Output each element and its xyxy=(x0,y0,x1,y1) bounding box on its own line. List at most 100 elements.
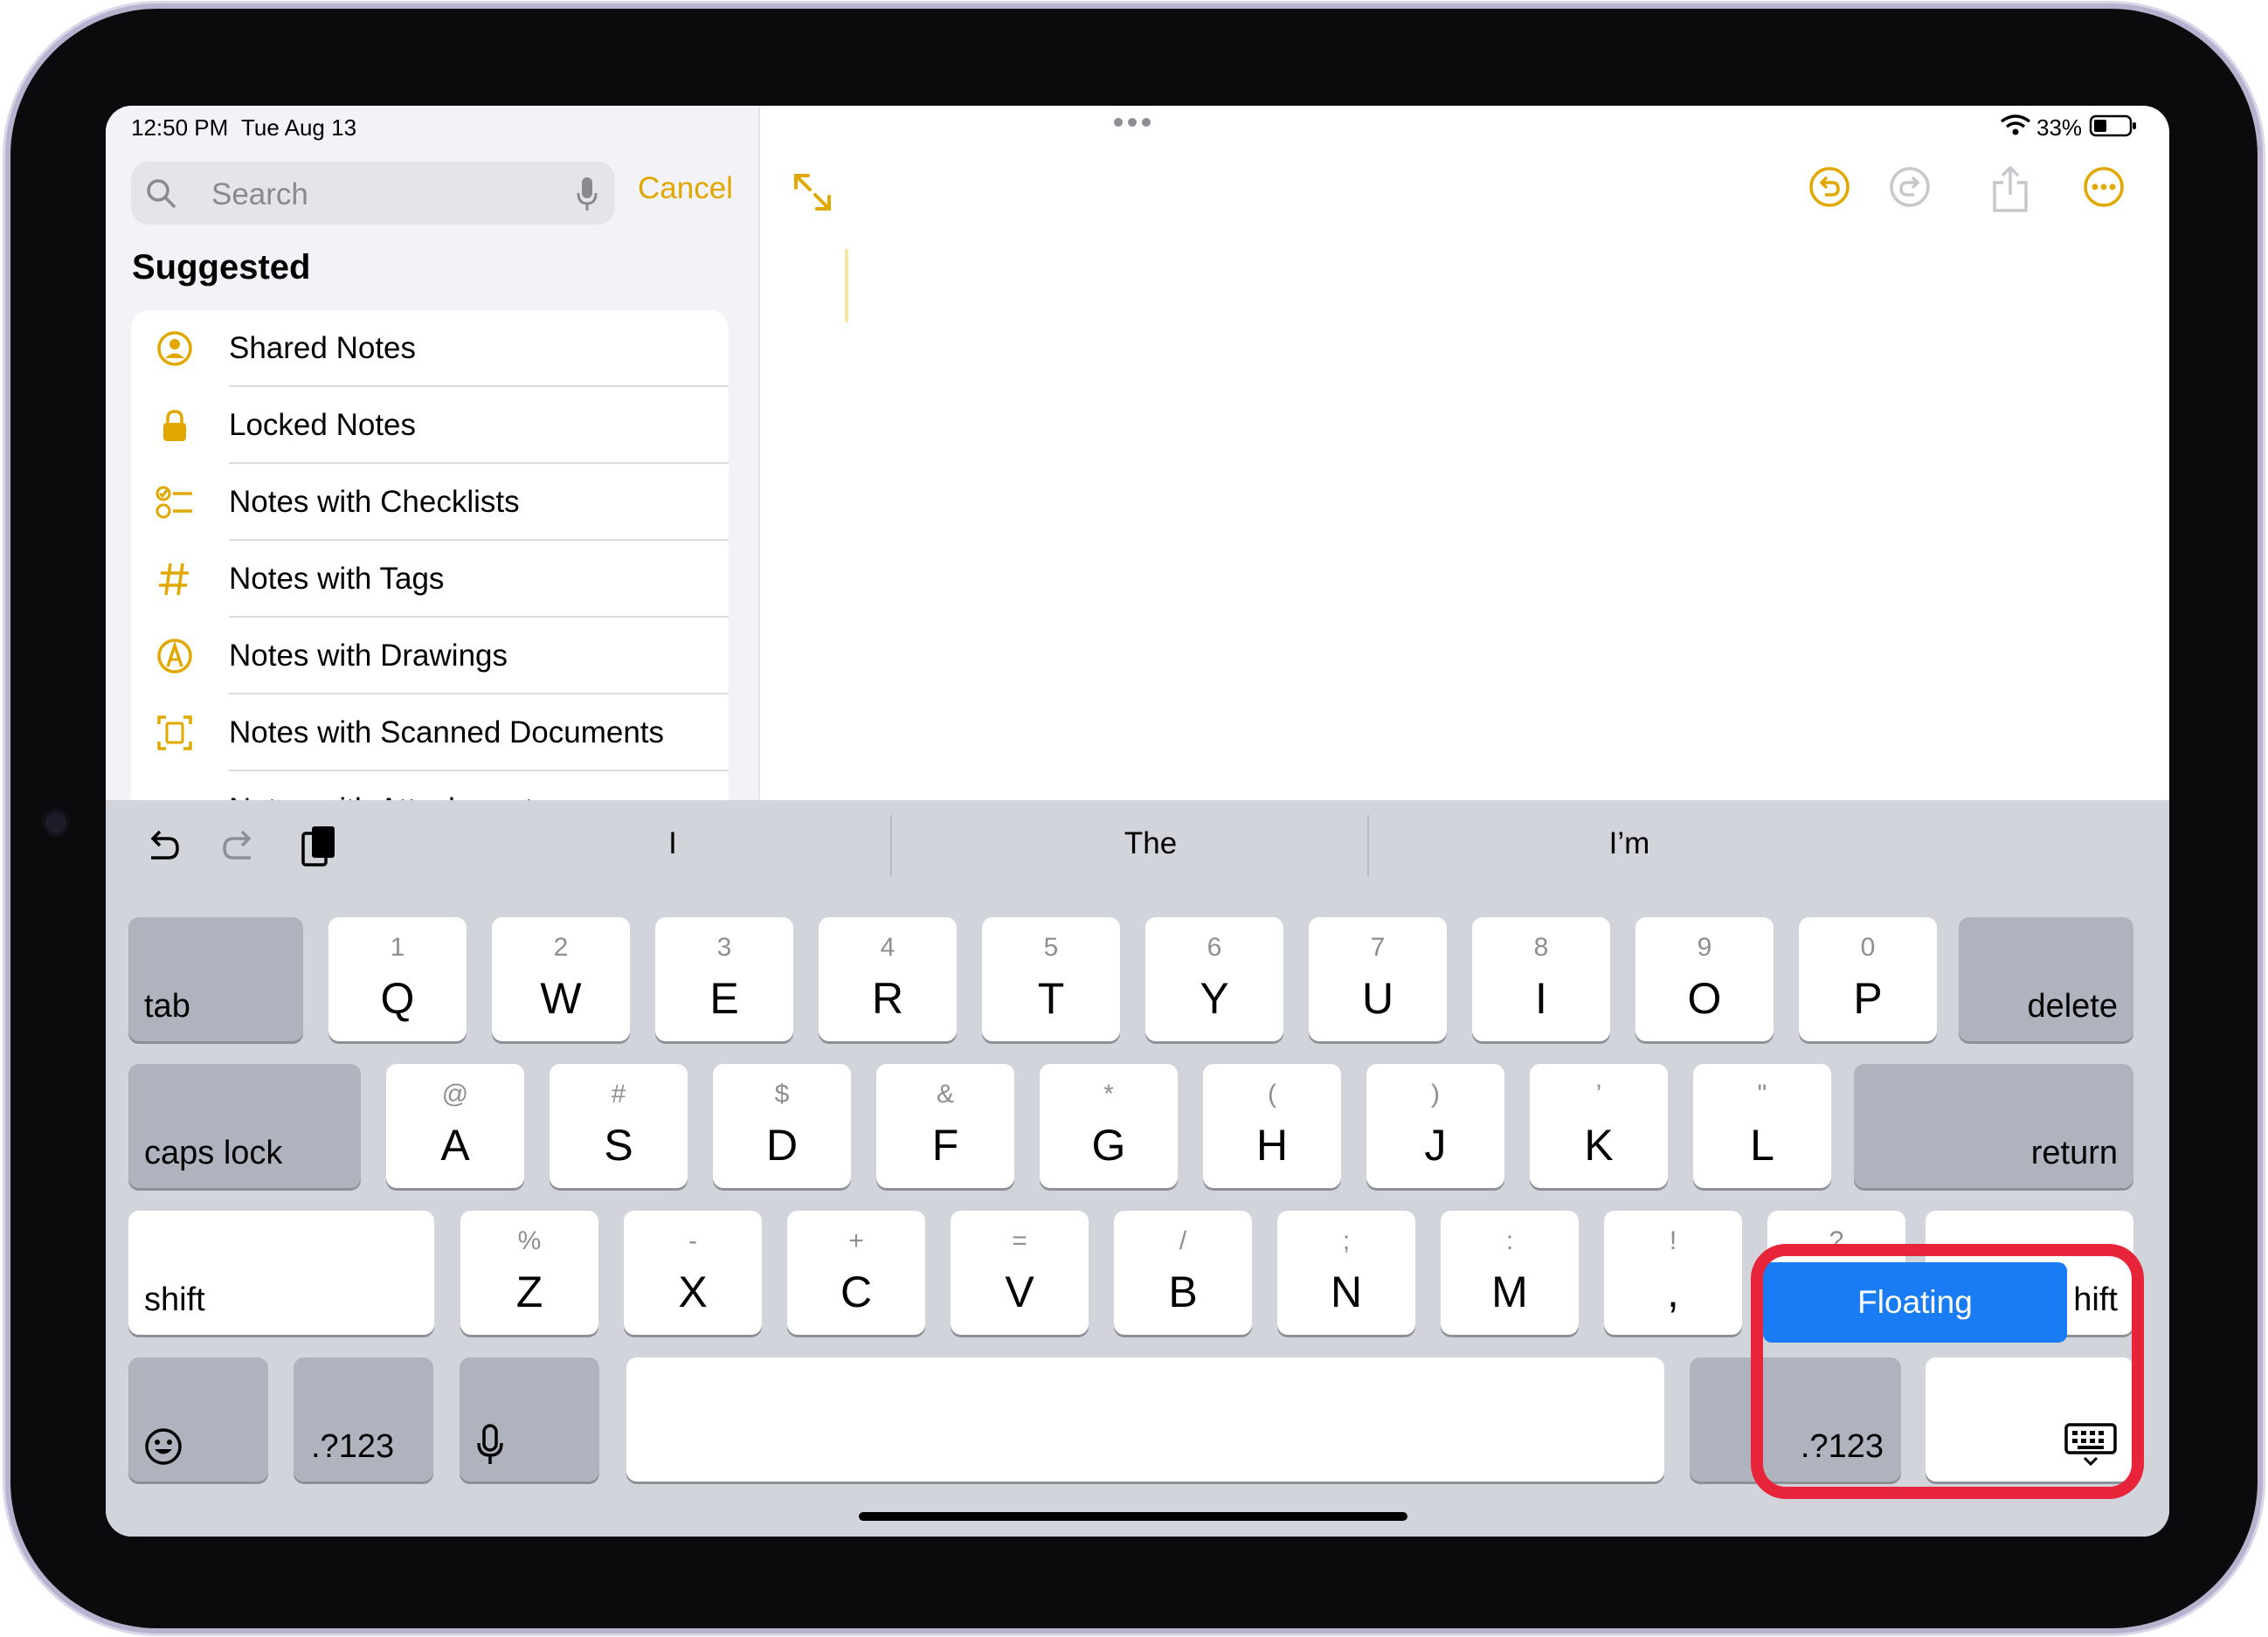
key-main-label: N xyxy=(1330,1267,1363,1316)
list-item[interactable]: Shared Notes xyxy=(131,310,729,387)
prediction-3[interactable]: I’m xyxy=(1542,826,1717,861)
space-bar[interactable] xyxy=(626,1357,1664,1482)
key-m[interactable]: :M xyxy=(1441,1211,1579,1335)
return-key[interactable]: return xyxy=(1854,1064,2133,1188)
key-e[interactable]: 3E xyxy=(655,917,793,1041)
key-secondary-label: 7 xyxy=(1370,933,1386,962)
tab-key[interactable]: tab xyxy=(128,917,303,1041)
key-main-label: I xyxy=(1535,974,1547,1023)
caps-lock-key[interactable]: caps lock xyxy=(128,1064,361,1188)
undo-arrow-icon[interactable] xyxy=(142,826,183,867)
status-time: 12:50 PM xyxy=(131,114,229,141)
list-item-label: Notes with Drawings xyxy=(229,639,508,673)
key-main-label: P xyxy=(1853,974,1883,1023)
dictation-key[interactable] xyxy=(460,1357,599,1482)
shift-key-left[interactable]: shift xyxy=(128,1211,434,1335)
list-item-label: Notes with Scanned Documents xyxy=(229,715,665,749)
list-item[interactable]: Locked Notes xyxy=(131,387,729,464)
key-secondary-label: " xyxy=(1757,1080,1767,1109)
redo-icon[interactable] xyxy=(1888,165,1932,209)
suggested-list: Shared Notes Locked Notes Notes with Che… xyxy=(131,310,729,834)
key-o[interactable]: 9O xyxy=(1635,917,1774,1041)
key-t[interactable]: 5T xyxy=(982,917,1120,1041)
tab-key-label: tab xyxy=(144,988,190,1025)
list-item[interactable]: Notes with Checklists xyxy=(131,464,729,541)
text-cursor xyxy=(845,249,848,322)
key-main-label: F xyxy=(931,1121,959,1170)
key-j[interactable]: ) J xyxy=(1366,1064,1504,1188)
lock-icon xyxy=(163,410,186,441)
key-a[interactable]: @ A xyxy=(386,1064,524,1188)
key-secondary-label: 1 xyxy=(390,933,405,962)
suggested-heading: Suggested xyxy=(132,248,311,287)
key-p[interactable]: 0P xyxy=(1799,917,1937,1041)
notes-sidebar: 12:50 PM Tue Aug 13 Search Cancel Sugges… xyxy=(106,106,758,834)
battery-icon xyxy=(2089,114,2136,137)
key-main-label: X xyxy=(678,1267,708,1316)
share-icon[interactable] xyxy=(1989,165,2031,214)
search-placeholder: Search xyxy=(211,177,308,211)
key-secondary-label: 8 xyxy=(1533,933,1549,962)
key-g[interactable]: * G xyxy=(1040,1064,1178,1188)
key-i[interactable]: 8I xyxy=(1472,917,1610,1041)
key-u[interactable]: 7U xyxy=(1309,917,1447,1041)
key-main-label: J xyxy=(1424,1121,1447,1170)
undo-icon[interactable] xyxy=(1808,165,1851,209)
key-comma[interactable]: !, xyxy=(1604,1211,1742,1335)
key-x[interactable]: -X xyxy=(624,1211,762,1335)
key-secondary-label: = xyxy=(1012,1226,1027,1255)
paste-icon[interactable] xyxy=(300,823,338,870)
key-secondary-label: 6 xyxy=(1207,933,1222,962)
numbers-key-right[interactable]: .?123 xyxy=(1690,1357,1901,1482)
list-item-label: Shared Notes xyxy=(229,331,417,365)
key-s[interactable]: # S xyxy=(550,1064,688,1188)
key-secondary-label: $ xyxy=(774,1080,790,1109)
key-main-label: M xyxy=(1491,1267,1528,1316)
key-main-label: W xyxy=(540,974,582,1023)
numbers-key-right-label: .?123 xyxy=(1800,1428,1884,1465)
key-n[interactable]: ; N xyxy=(1277,1211,1415,1335)
key-k[interactable]: ’ K xyxy=(1530,1064,1668,1188)
multitasking-dots[interactable] xyxy=(1112,116,1152,133)
key-main-label: D xyxy=(765,1121,799,1170)
prediction-separator xyxy=(890,815,892,876)
search-field[interactable]: Search xyxy=(131,162,615,224)
battery-percent: 33% xyxy=(2036,114,2083,141)
key-secondary-label: 3 xyxy=(716,933,732,962)
key-y[interactable]: 6Y xyxy=(1145,917,1283,1041)
key-d[interactable]: $ D xyxy=(713,1064,851,1188)
key-r[interactable]: 4R xyxy=(819,917,957,1041)
delete-key[interactable]: delete xyxy=(1959,917,2133,1041)
key-secondary-label: ) xyxy=(1431,1080,1440,1109)
more-icon[interactable] xyxy=(2082,165,2126,209)
microphone-icon[interactable] xyxy=(575,176,599,212)
prediction-2[interactable]: The xyxy=(1063,826,1238,861)
key-main-label: K xyxy=(1584,1121,1614,1170)
numbers-key-left[interactable]: .?123 xyxy=(294,1357,433,1482)
expand-icon[interactable] xyxy=(792,172,833,212)
key-secondary-label: 4 xyxy=(880,933,895,962)
floating-option[interactable]: Floating xyxy=(1763,1262,2067,1343)
redo-arrow-icon[interactable] xyxy=(219,826,259,867)
key-b[interactable]: / B xyxy=(1114,1211,1252,1335)
key-secondary-label: + xyxy=(848,1226,864,1255)
home-indicator[interactable] xyxy=(859,1512,1407,1521)
list-item[interactable]: Notes with Tags xyxy=(131,541,729,618)
keyboard-dismiss-key[interactable] xyxy=(1926,1357,2133,1482)
list-item[interactable]: Notes with Drawings xyxy=(131,618,729,694)
key-main-label: T xyxy=(1037,974,1065,1023)
key-w[interactable]: 2W xyxy=(492,917,630,1041)
key-f[interactable]: & F xyxy=(876,1064,1014,1188)
list-item[interactable]: Notes with Scanned Documents xyxy=(131,694,729,771)
cancel-button[interactable]: Cancel xyxy=(638,171,733,206)
key-q[interactable]: 1Q xyxy=(328,917,467,1041)
key-z[interactable]: % Z xyxy=(460,1211,598,1335)
key-h[interactable]: (H xyxy=(1203,1064,1341,1188)
emoji-key[interactable] xyxy=(128,1357,268,1482)
key-l[interactable]: " L xyxy=(1693,1064,1831,1188)
key-v[interactable]: = V xyxy=(951,1211,1089,1335)
prediction-1[interactable]: I xyxy=(585,826,760,861)
key-c[interactable]: + C xyxy=(787,1211,925,1335)
key-main-label: V xyxy=(1005,1267,1034,1316)
front-camera xyxy=(42,809,70,837)
